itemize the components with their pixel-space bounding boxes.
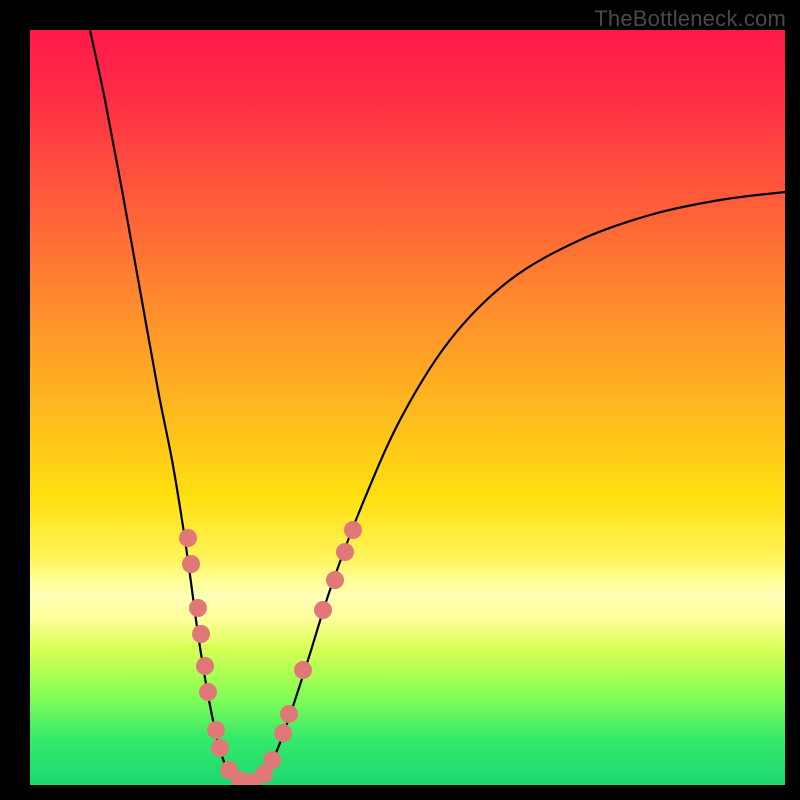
data-point-marker: [274, 724, 292, 742]
watermark-text: TheBottleneck.com: [594, 6, 786, 32]
data-point-marker: [196, 657, 214, 675]
data-point-marker: [179, 529, 197, 547]
data-point-marker: [192, 625, 210, 643]
data-point-marker: [280, 705, 298, 723]
data-point-marker: [294, 661, 312, 679]
curve-layer: [30, 30, 785, 785]
data-point-marker: [189, 599, 207, 617]
data-point-marker: [207, 721, 225, 739]
data-point-marker: [314, 601, 332, 619]
curve-left-arm: [90, 30, 248, 782]
data-point-marker: [344, 521, 362, 539]
data-point-marker: [263, 751, 281, 769]
chart-frame: TheBottleneck.com: [0, 0, 800, 800]
data-point-marker: [326, 571, 344, 589]
vertex-markers: [179, 521, 362, 785]
data-point-marker: [336, 543, 354, 561]
plot-area: [30, 30, 785, 785]
data-point-marker: [211, 739, 229, 757]
curve-right-arm: [248, 192, 785, 782]
data-point-marker: [182, 555, 200, 573]
data-point-marker: [199, 683, 217, 701]
